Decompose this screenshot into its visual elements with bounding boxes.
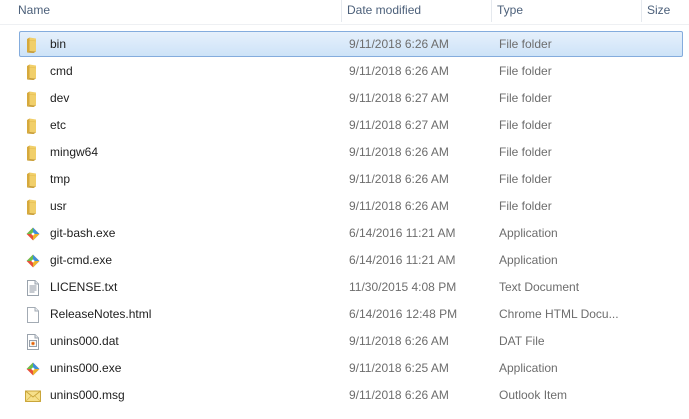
file-name: unins000.exe: [50, 361, 122, 375]
folder-icon: [24, 36, 42, 54]
file-date-modified: 9/11/2018 6:27 AM: [349, 91, 449, 105]
folder-icon: [24, 198, 42, 216]
file-type: Text Document: [499, 280, 580, 294]
file-type: Chrome HTML Docu...: [499, 307, 619, 321]
file-type: Outlook Item: [499, 388, 568, 402]
file-row-license-txt[interactable]: LICENSE.txt 11/30/2015 4:08 PM Text Docume…: [19, 274, 683, 300]
git-diamond-icon: [24, 360, 42, 378]
folder-icon: [24, 144, 42, 162]
file-name: dev: [50, 91, 70, 105]
file-name: git-bash.exe: [50, 226, 116, 240]
folder-icon: [24, 90, 42, 108]
file-date-modified: 9/11/2018 6:26 AM: [349, 145, 449, 159]
file-type: File folder: [499, 172, 552, 186]
file-date-modified: 9/11/2018 6:26 AM: [349, 172, 449, 186]
file-row-mingw64[interactable]: mingw64 9/11/2018 6:26 AM File folder: [19, 139, 683, 165]
file-date-modified: 9/11/2018 6:27 AM: [349, 118, 449, 132]
file-name: ReleaseNotes.html: [50, 307, 152, 321]
column-header-bar: Name Date modified Type Size: [0, 0, 689, 25]
file-row-bin[interactable]: bin 9/11/2018 6:26 AM File folder: [19, 31, 683, 57]
file-date-modified: 9/11/2018 6:26 AM: [349, 199, 449, 213]
file-name: tmp: [50, 172, 71, 186]
file-row-dev[interactable]: dev 9/11/2018 6:27 AM File folder: [19, 85, 683, 111]
column-header-type[interactable]: Type: [492, 0, 642, 22]
file-name: unins000.dat: [50, 334, 119, 348]
file-date-modified: 9/11/2018 6:26 AM: [349, 64, 449, 78]
file-date-modified: 6/14/2016 12:48 PM: [349, 307, 458, 321]
file-type: File folder: [499, 118, 552, 132]
file-row-releasenotes-html[interactable]: ReleaseNotes.html 6/14/2016 12:48 PM Chrom…: [19, 301, 683, 327]
file-type: File folder: [499, 91, 552, 105]
folder-icon: [24, 117, 42, 135]
file-name: bin: [50, 37, 67, 51]
file-date-modified: 6/14/2016 11:21 AM: [349, 226, 456, 240]
file-name: mingw64: [50, 145, 99, 159]
file-row-cmd[interactable]: cmd 9/11/2018 6:26 AM File folder: [19, 58, 683, 84]
file-row-git-bash-exe[interactable]: git-bash.exe 6/14/2016 11:21 AM Applicatio…: [19, 220, 683, 246]
file-name: usr: [50, 199, 67, 213]
file-name: LICENSE.txt: [50, 280, 118, 294]
git-diamond-icon: [24, 225, 42, 243]
file-type: Application: [499, 361, 558, 375]
envelope-icon: [24, 387, 42, 405]
file-date-modified: 11/30/2015 4:08 PM: [349, 280, 457, 294]
file-name: cmd: [50, 64, 73, 78]
file-type: Application: [499, 253, 558, 267]
file-type: Application: [499, 226, 558, 240]
file-row-etc[interactable]: etc 9/11/2018 6:27 AM File folder: [19, 112, 683, 138]
file-date-modified: 9/11/2018 6:26 AM: [349, 388, 449, 402]
file-date-modified: 9/11/2018 6:25 AM: [349, 361, 449, 375]
file-type: DAT File: [499, 334, 545, 348]
file-row-unins000-msg[interactable]: unins000.msg 9/11/2018 6:26 AM Outlook Ite…: [19, 382, 683, 408]
file-type: File folder: [499, 64, 552, 78]
file-date-modified: 9/11/2018 6:26 AM: [349, 334, 449, 348]
blank-document-icon: [24, 306, 42, 324]
file-name: etc: [50, 118, 67, 132]
folder-icon: [24, 171, 42, 189]
dat-file-icon: [24, 333, 42, 351]
file-row-git-cmd-exe[interactable]: git-cmd.exe 6/14/2016 11:21 AM Application: [19, 247, 683, 273]
file-row-usr[interactable]: usr 9/11/2018 6:26 AM File folder: [19, 193, 683, 219]
file-row-tmp[interactable]: tmp 9/11/2018 6:26 AM File folder: [19, 166, 683, 192]
text-document-icon: [24, 279, 42, 297]
column-header-size[interactable]: Size: [642, 0, 689, 22]
file-date-modified: 6/14/2016 11:21 AM: [349, 253, 456, 267]
file-date-modified: 9/11/2018 6:26 AM: [349, 37, 449, 51]
file-row-unins000-dat[interactable]: unins000.dat 9/11/2018 6:26 AM DAT File: [19, 328, 683, 354]
file-type: File folder: [499, 145, 552, 159]
folder-icon: [24, 63, 42, 81]
file-name: unins000.msg: [50, 388, 125, 402]
column-header-date-modified[interactable]: Date modified: [342, 0, 492, 22]
file-row-unins000-exe[interactable]: unins000.exe 9/11/2018 6:25 AM Application: [19, 355, 683, 381]
file-type: File folder: [499, 199, 552, 213]
file-type: File folder: [499, 37, 552, 51]
file-name: git-cmd.exe: [50, 253, 113, 267]
git-diamond-icon: [24, 252, 42, 270]
column-header-name[interactable]: Name: [0, 0, 342, 22]
